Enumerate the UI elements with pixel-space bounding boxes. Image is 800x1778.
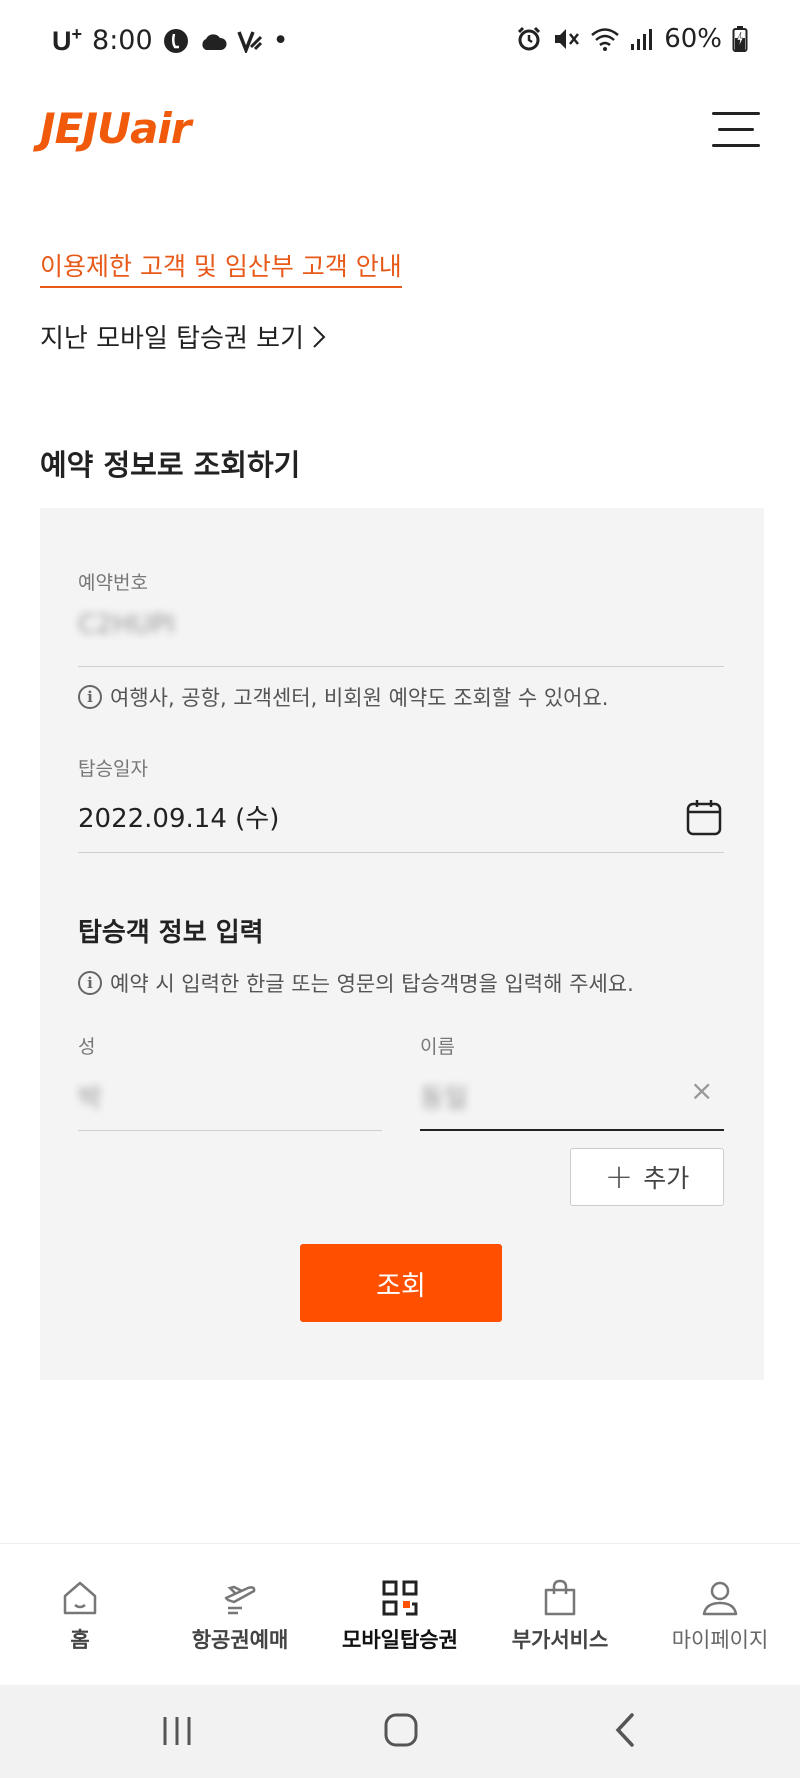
home-icon: [63, 1581, 97, 1615]
nav-label-home: 홈: [70, 1628, 90, 1652]
passenger-info-text: 예약 시 입력한 한글 또는 영문의 탑승객명을 입력해 주세요.: [110, 972, 634, 996]
alarm-icon: [518, 26, 541, 51]
nav-label-mobile-boarding-pass: 모바일탑승권: [342, 1628, 458, 1652]
signal-icon: [631, 29, 653, 50]
user-icon: [702, 1581, 738, 1616]
status-dot: •: [272, 25, 289, 56]
boarding-date-input[interactable]: 2022.09.14 (수): [78, 798, 279, 835]
nav-item-my-page[interactable]: 마이페이지: [640, 1544, 800, 1685]
last-name-label: 성: [78, 1036, 96, 1058]
cloud-icon: [202, 33, 227, 50]
first-name-input[interactable]: 동일: [420, 1078, 468, 1115]
boarding-date-underline: [78, 852, 724, 853]
status-left: U+ 8:00 •: [52, 24, 289, 57]
add-passenger-button[interactable]: + 추가: [570, 1148, 724, 1206]
hamburger-menu-icon[interactable]: [712, 108, 760, 152]
status-right: 60%: [516, 24, 748, 54]
past-boarding-pass-label: 지난 모바일 탑승권 보기: [40, 324, 304, 354]
battery-percent: 60%: [664, 24, 722, 54]
last-name-input[interactable]: 박: [78, 1078, 102, 1115]
past-boarding-pass-link[interactable]: 지난 모바일 탑승권 보기: [40, 318, 326, 355]
first-name-label: 이름: [420, 1036, 455, 1058]
calendar-icon[interactable]: [686, 798, 722, 836]
v-app-icon: [237, 30, 262, 53]
status-bar: U+ 8:00 • 60%: [0, 0, 800, 80]
first-name-underline: [420, 1129, 724, 1131]
section-title: 예약 정보로 조회하기: [40, 448, 301, 482]
restricted-customer-notice-link[interactable]: 이용제한 고객 및 임산부 고객 안내: [40, 247, 402, 288]
recents-icon[interactable]: [160, 1713, 194, 1749]
nav-label-my-page: 마이페이지: [671, 1628, 769, 1652]
add-passenger-label: 추가: [643, 1164, 690, 1193]
plus-icon: +: [604, 1157, 634, 1197]
info-icon: i: [78, 971, 102, 995]
passenger-info: i 예약 시 입력한 한글 또는 영문의 탑승객명을 입력해 주세요.: [78, 968, 634, 998]
nav-label-additional-services: 부가서비스: [511, 1628, 609, 1652]
nav-item-flight-booking[interactable]: 항공권예매: [160, 1544, 320, 1685]
qr-code-icon: [382, 1580, 418, 1616]
airplane-ticket-icon: [224, 1585, 256, 1615]
nav-label-flight-booking: 항공권예매: [191, 1628, 289, 1652]
chevron-right-icon: [313, 325, 326, 348]
reservation-info-text: 여행사, 공항, 고객센터, 비회원 예약도 조회할 수 있어요.: [110, 686, 609, 710]
carrier-label: U+: [52, 24, 83, 56]
back-icon[interactable]: [612, 1711, 638, 1749]
last-name-underline: [78, 1130, 382, 1131]
clear-first-name-button[interactable]: ×: [690, 1074, 713, 1107]
nav-item-mobile-boarding-pass[interactable]: 모바일탑승권: [320, 1544, 480, 1685]
reservation-number-label: 예약번호: [78, 572, 148, 594]
home-circle-icon[interactable]: [382, 1711, 420, 1749]
status-time: 8:00: [92, 25, 153, 56]
mute-icon: [555, 29, 580, 49]
nav-item-home[interactable]: 홈: [0, 1544, 160, 1685]
battery-icon: [732, 26, 748, 52]
reservation-info: i 여행사, 공항, 고객센터, 비회원 예약도 조회할 수 있어요.: [78, 682, 608, 712]
boarding-date-label: 탑승일자: [78, 758, 148, 780]
reservation-number-input[interactable]: C2HUPI: [78, 610, 175, 640]
search-button[interactable]: 조회: [300, 1244, 502, 1322]
shopping-bag-icon: [544, 1579, 576, 1616]
reservation-number-underline: [78, 666, 724, 667]
bottom-navigation: 홈 항공권예매 모바일탑승권 부가서비스 마이페이지: [0, 1543, 800, 1685]
system-navigation-bar: [0, 1685, 800, 1778]
info-icon: i: [78, 685, 102, 709]
passenger-info-title: 탑승객 정보 입력: [78, 918, 264, 948]
jejuair-logo[interactable]: JEJUair: [40, 104, 192, 153]
l-circle-icon: [163, 28, 188, 53]
wifi-icon: [591, 28, 620, 51]
reservation-lookup-form: 예약번호 C2HUPI i 여행사, 공항, 고객센터, 비회원 예약도 조회할…: [40, 508, 764, 1380]
nav-item-additional-services[interactable]: 부가서비스: [480, 1544, 640, 1685]
